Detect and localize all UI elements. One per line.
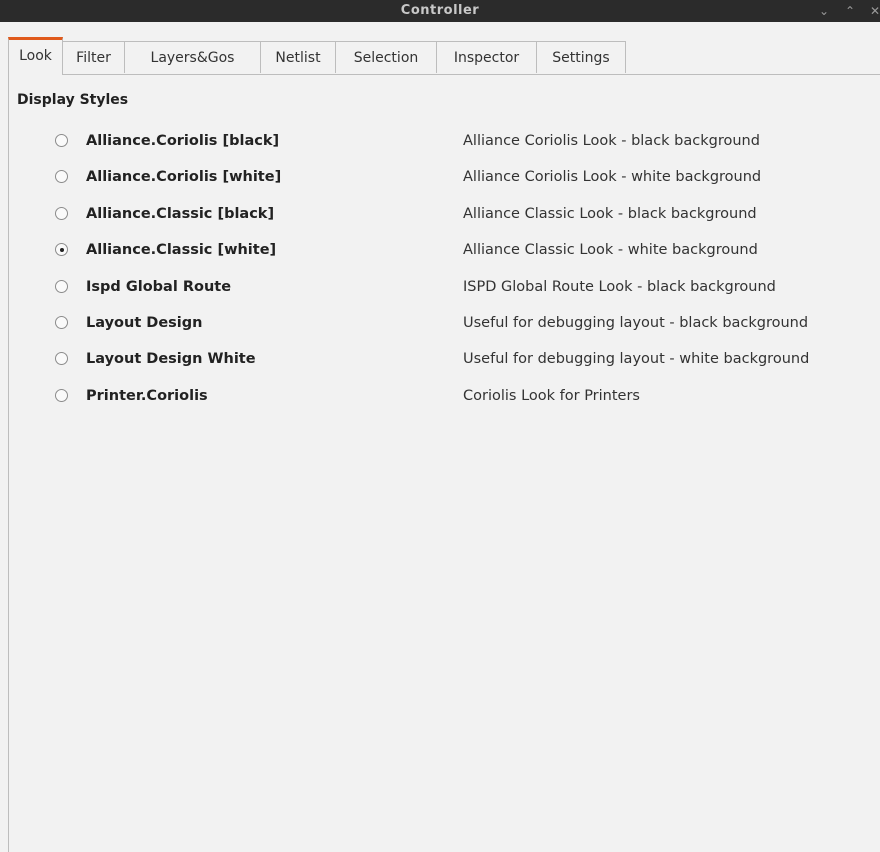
display-style-description: Useful for debugging layout - white back… xyxy=(463,351,810,368)
display-style-row[interactable]: Alliance.Classic [black] Alliance Classic… xyxy=(0,196,880,232)
display-style-radio[interactable] xyxy=(55,170,68,184)
display-style-name[interactable]: Alliance.Coriolis [white] xyxy=(86,159,281,195)
tab-selection[interactable]: Selection xyxy=(336,41,437,73)
tab-filter[interactable]: Filter xyxy=(63,41,125,73)
display-styles-heading: Display Styles xyxy=(17,92,129,108)
display-style-name[interactable]: Printer.Coriolis xyxy=(86,378,208,414)
display-style-description: Alliance Coriolis Look - black backgroun… xyxy=(463,133,760,149)
display-style-description: Useful for debugging layout - black back… xyxy=(463,315,809,331)
display-style-name[interactable]: Layout Design xyxy=(86,305,202,341)
controller-window: Controller ⌄ ⌃ ✕ Look Filter Layers&Gos … xyxy=(0,0,880,852)
display-style-description: Alliance Coriolis Look - white backgroun… xyxy=(463,169,762,186)
tab-settings[interactable]: Settings xyxy=(537,41,626,73)
display-style-name[interactable]: Alliance.Coriolis [black] xyxy=(86,123,279,159)
display-style-description: Alliance Classic Look - black background xyxy=(463,205,757,222)
display-style-radio[interactable] xyxy=(55,206,68,220)
display-style-row[interactable]: Alliance.Coriolis [black] Alliance Coriol… xyxy=(0,123,880,159)
display-style-radio[interactable] xyxy=(55,243,68,257)
tab-look[interactable]: Look xyxy=(8,37,63,75)
display-style-radio[interactable] xyxy=(55,279,68,293)
display-style-row[interactable]: Alliance.Coriolis [white] Alliance Coriol… xyxy=(0,159,880,195)
display-style-radio[interactable] xyxy=(55,134,68,147)
display-style-radio[interactable] xyxy=(55,316,68,329)
tab-netlist[interactable]: Netlist xyxy=(261,41,336,73)
display-style-row[interactable]: Layout Design Useful for debugging layout… xyxy=(0,305,880,341)
tab-layers-gos[interactable]: Layers&Gos xyxy=(125,41,261,73)
display-style-row[interactable]: Layout Design White Useful for debugging … xyxy=(0,341,880,377)
display-style-description: Alliance Classic Look - white background xyxy=(463,242,758,259)
display-style-name[interactable]: Layout Design White xyxy=(86,341,256,377)
title-bar[interactable]: Controller ⌄ ⌃ ✕ xyxy=(0,0,880,22)
close-icon[interactable]: ✕ xyxy=(870,0,880,22)
display-style-row[interactable]: Alliance.Classic [white] Alliance Classic… xyxy=(0,232,880,268)
tab-bar: Look Filter Layers&Gos Netlist Selection… xyxy=(8,37,880,75)
display-style-row[interactable]: Ispd Global Route ISPD Global Route Look … xyxy=(0,269,880,305)
display-style-radio[interactable] xyxy=(55,388,68,402)
display-style-name[interactable]: Alliance.Classic [white] xyxy=(86,232,276,268)
tab-inspector[interactable]: Inspector xyxy=(437,41,537,73)
display-style-description: ISPD Global Route Look - black backgroun… xyxy=(463,278,776,295)
window-title: Controller xyxy=(400,3,480,18)
maximize-icon[interactable]: ⌃ xyxy=(845,0,855,22)
display-style-name[interactable]: Ispd Global Route xyxy=(86,269,231,305)
minimize-icon[interactable]: ⌄ xyxy=(819,0,829,22)
display-style-radio[interactable] xyxy=(55,352,68,366)
display-style-row[interactable]: Printer.Coriolis Coriolis Look for Printe… xyxy=(0,378,880,414)
display-style-name[interactable]: Alliance.Classic [black] xyxy=(86,196,274,232)
display-style-description: Coriolis Look for Printers xyxy=(463,387,640,404)
